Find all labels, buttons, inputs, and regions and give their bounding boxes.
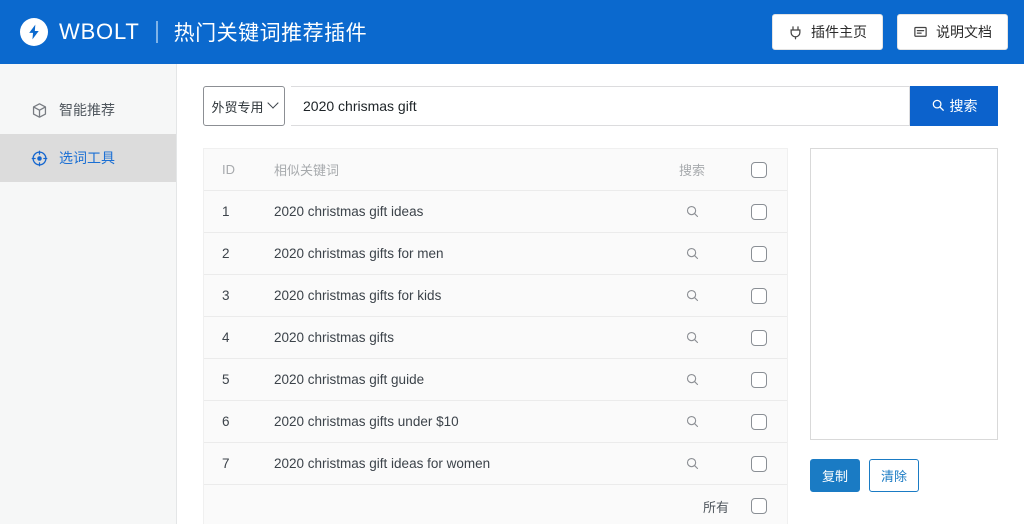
row-keyword: 2020 christmas gifts	[274, 330, 395, 345]
select-all-label: 所有	[702, 499, 729, 515]
column-header-search: 搜索	[678, 163, 705, 178]
target-icon	[31, 150, 48, 167]
plugin-icon	[788, 25, 803, 40]
panel-buttons: 复制 清除	[810, 459, 998, 492]
table-row[interactable]: 1 2020 christmas gift ideas	[204, 191, 787, 233]
table-row[interactable]: 4 2020 christmas gifts	[204, 317, 787, 359]
row-checkbox-cell	[731, 203, 787, 220]
sidebar-item-label: 选词工具	[59, 150, 115, 166]
row-checkbox[interactable]	[751, 287, 767, 304]
selected-keywords-panel: 复制 清除	[810, 148, 998, 492]
row-id: 1	[222, 204, 230, 219]
row-checkbox-cell	[731, 413, 787, 430]
row-checkbox-cell	[731, 371, 787, 388]
row-id: 2	[222, 246, 230, 261]
footer-checkbox-cell	[731, 498, 787, 514]
row-checkbox[interactable]	[751, 455, 767, 472]
row-id: 4	[222, 330, 230, 345]
row-search-icon[interactable]	[653, 330, 731, 345]
row-keyword: 2020 christmas gifts under $10	[274, 414, 459, 429]
chevron-down-icon	[266, 97, 279, 109]
cube-icon	[31, 102, 48, 119]
sidebar-item-label: 智能推荐	[59, 102, 115, 118]
search-button-label: 搜索	[949, 98, 978, 114]
sidebar-item-keyword-tool[interactable]: 选词工具	[0, 134, 176, 182]
app-header: WBOLT 热门关键词推荐插件 插件主页 说明文档	[0, 0, 1024, 64]
header-actions: 插件主页 说明文档	[772, 14, 1008, 50]
row-search-icon[interactable]	[653, 204, 731, 219]
row-keyword: 2020 christmas gifts for men	[274, 246, 444, 261]
copy-button[interactable]: 复制	[810, 459, 861, 492]
table-row[interactable]: 3 2020 christmas gifts for kids	[204, 275, 787, 317]
column-header-id: ID	[222, 162, 235, 177]
table-row[interactable]: 5 2020 christmas gift guide	[204, 359, 787, 401]
plugin-home-button[interactable]: 插件主页	[772, 14, 883, 50]
row-checkbox[interactable]	[751, 329, 767, 346]
table-footer-row: 所有	[204, 485, 787, 524]
row-checkbox-cell	[731, 455, 787, 472]
selected-keywords-textarea[interactable]	[810, 148, 998, 440]
brand: WBOLT	[20, 18, 140, 46]
keyword-results-table: ID 相似关键词 搜索 1 2020 christmas gift ideas	[203, 148, 788, 524]
row-search-icon[interactable]	[653, 288, 731, 303]
search-type-select[interactable]: 外贸专用	[203, 86, 285, 126]
row-id: 3	[222, 288, 230, 303]
select-all-footer-checkbox[interactable]	[751, 498, 767, 514]
document-icon	[913, 25, 928, 40]
search-input[interactable]	[291, 86, 910, 126]
row-search-icon[interactable]	[653, 372, 731, 387]
documentation-button[interactable]: 说明文档	[897, 14, 1008, 50]
select-all-checkbox[interactable]	[751, 161, 767, 178]
table-row[interactable]: 7 2020 christmas gift ideas for women	[204, 443, 787, 485]
lightning-bolt-icon	[20, 18, 48, 46]
documentation-label: 说明文档	[936, 24, 992, 40]
search-type-value: 外贸专用	[211, 99, 264, 115]
row-search-icon[interactable]	[653, 414, 731, 429]
plugin-home-label: 插件主页	[811, 24, 867, 40]
row-checkbox-cell	[731, 329, 787, 346]
row-checkbox[interactable]	[751, 371, 767, 388]
row-checkbox[interactable]	[751, 245, 767, 262]
column-header-keyword: 相似关键词	[274, 163, 340, 178]
content-columns: ID 相似关键词 搜索 1 2020 christmas gift ideas	[203, 148, 998, 524]
row-checkbox[interactable]	[751, 203, 767, 220]
row-checkbox[interactable]	[751, 413, 767, 430]
row-keyword: 2020 christmas gift ideas for women	[274, 456, 491, 471]
row-id: 7	[222, 456, 230, 471]
search-icon	[931, 98, 945, 115]
row-keyword: 2020 christmas gift guide	[274, 372, 425, 387]
row-id: 6	[222, 414, 230, 429]
main-content: 外贸专用 搜索 ID 相似关键词 搜索	[177, 64, 1024, 524]
row-keyword: 2020 christmas gift ideas	[274, 204, 424, 219]
page-title: 热门关键词推荐插件	[173, 22, 368, 45]
table-header-row: ID 相似关键词 搜索	[204, 149, 787, 191]
row-search-icon[interactable]	[653, 456, 731, 471]
table-row[interactable]: 6 2020 christmas gifts under $10	[204, 401, 787, 443]
sidebar: 智能推荐 选词工具	[0, 64, 177, 524]
row-checkbox-cell	[731, 245, 787, 262]
search-bar: 外贸专用 搜索	[203, 86, 998, 126]
row-keyword: 2020 christmas gifts for kids	[274, 288, 442, 303]
column-header-select	[731, 161, 787, 178]
app-body: 智能推荐 选词工具 外贸专用 2020 chrismas gift 搜索 ID …	[0, 64, 1024, 524]
header-divider	[155, 21, 158, 43]
row-checkbox-cell	[731, 287, 787, 304]
row-id: 5	[222, 372, 230, 387]
clear-button[interactable]: 清除	[869, 459, 920, 492]
table-row[interactable]: 2 2020 christmas gifts for men	[204, 233, 787, 275]
search-button[interactable]: 搜索	[910, 86, 998, 126]
brand-name: WBOLT	[59, 19, 140, 44]
row-search-icon[interactable]	[653, 246, 731, 261]
sidebar-item-smart-recommend[interactable]: 智能推荐	[0, 86, 176, 134]
